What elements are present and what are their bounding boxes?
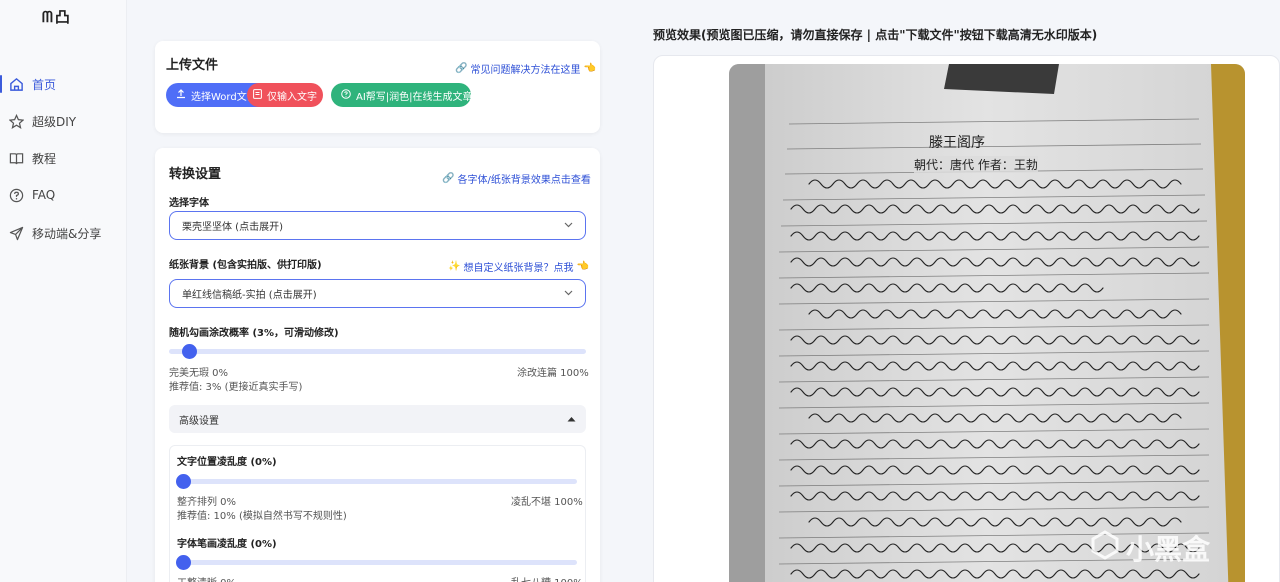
edit-prob-recommend: 推荐值: 3% (更接近真实手写) xyxy=(169,382,303,393)
preview-image: 滕王阁序 朝代：唐代 作者：王勃 xyxy=(729,64,1245,582)
sidebar-item-label: 超级DIY xyxy=(32,114,77,129)
position-chaos-max-label: 凌乱不堪 100% xyxy=(511,497,583,508)
convert-settings-card: 转换设置 🔗 各字体/纸张背景效果点击查看 选择字体 栗壳坚坚体 (点击展开) … xyxy=(155,148,600,582)
pointing-hand-icon: 👈 xyxy=(583,63,596,74)
position-chaos-slider-thumb[interactable] xyxy=(176,474,191,489)
question-icon xyxy=(8,187,24,203)
sidebar: ᗰ凸 首页 超级DIY 教程 FAQ 移动端&分享 xyxy=(0,0,127,582)
sidebar-item-label: FAQ xyxy=(32,188,56,202)
custom-paper-link[interactable]: ✨ 想自定义纸张背景？点我 👈 xyxy=(448,259,589,274)
home-icon xyxy=(8,76,24,92)
poem-author: 朝代：唐代 作者：王勃 xyxy=(914,156,1038,173)
stroke-chaos-slider[interactable] xyxy=(177,560,577,565)
advanced-settings-toggle[interactable]: 高级设置 xyxy=(169,405,586,433)
stroke-chaos-min-label: 工整清晰 0% xyxy=(177,574,236,582)
edit-prob-label: 随机勾画涂改概率 (3%，可滑动修改) xyxy=(169,328,339,339)
pointing-hand-icon: 👈 xyxy=(576,261,589,272)
text-only-label: 仅输入文字 xyxy=(267,91,317,103)
settings-column: 上传文件 🔗 常见问题解决方法在这里 👈 选择Word文件 仅输入文字 AI帮写… xyxy=(137,0,617,582)
sidebar-item-diy[interactable]: 超级DIY xyxy=(0,106,127,136)
position-chaos-recommend: 推荐值: 10% (模拟自然书写不规则性) xyxy=(177,511,347,522)
question-circle-icon xyxy=(341,88,351,102)
paper-select[interactable]: 单红线信稿纸-实拍 (点击展开) xyxy=(169,279,586,308)
watermark: 小黑盒 xyxy=(1090,528,1210,568)
sidebar-item-faq[interactable]: FAQ xyxy=(0,180,127,210)
document-icon xyxy=(253,88,262,102)
position-chaos-min-label: 整齐排列 0% xyxy=(177,497,237,508)
convert-title: 转换设置 xyxy=(169,167,222,182)
sidebar-item-label: 首页 xyxy=(32,77,57,92)
font-label: 选择字体 xyxy=(169,198,209,209)
watermark-logo-icon xyxy=(1090,529,1120,567)
star-icon xyxy=(8,113,24,129)
faq-help-link[interactable]: 🔗 常见问题解决方法在这里 👈 xyxy=(455,61,596,76)
edit-prob-max-label: 涂改连篇 100% xyxy=(517,368,589,379)
chevron-down-icon xyxy=(564,221,573,231)
advanced-settings-label: 高级设置 xyxy=(179,415,219,427)
caret-up-icon xyxy=(567,414,576,425)
edit-prob-slider[interactable] xyxy=(169,349,586,354)
sidebar-item-tutorial[interactable]: 教程 xyxy=(0,143,127,173)
paper-label: 纸张背景 (包含实拍版、供打印版) xyxy=(169,260,322,271)
position-chaos-label: 文字位置凌乱度 (0%) xyxy=(177,457,277,468)
poem-title: 滕王阁序 xyxy=(929,135,985,151)
watermark-text: 小黑盒 xyxy=(1126,533,1211,566)
sidebar-item-mobile-share[interactable]: 移动端&分享 xyxy=(0,218,127,248)
preview-frame: 滕王阁序 朝代：唐代 作者：王勃 xyxy=(653,55,1280,582)
upload-title: 上传文件 xyxy=(166,58,219,73)
edit-prob-min-label: 完美无瑕 0% xyxy=(169,368,229,379)
position-chaos-slider[interactable] xyxy=(177,479,577,484)
paper-select-value: 单红线信稿纸-实拍 (点击展开) xyxy=(182,290,317,301)
sparkle-icon: ✨ xyxy=(448,261,461,272)
edit-prob-slider-thumb[interactable] xyxy=(182,344,197,359)
sidebar-item-home[interactable]: 首页 xyxy=(0,69,127,99)
font-select[interactable]: 栗壳坚坚体 (点击展开) xyxy=(169,211,586,240)
custom-paper-link-label: 想自定义纸张背景？点我 xyxy=(463,263,574,274)
book-icon xyxy=(8,150,24,166)
stroke-chaos-slider-thumb[interactable] xyxy=(176,555,191,570)
upload-icon xyxy=(176,88,186,102)
stroke-chaos-label: 字体笔画凌乱度 (0%) xyxy=(177,539,277,550)
stroke-chaos-max-label: 乱七八糟 100% xyxy=(511,574,583,582)
font-select-value: 栗壳坚坚体 (点击展开) xyxy=(182,222,283,233)
ai-write-label: AI帮写|润色|在线生成文章 xyxy=(356,91,473,103)
link-icon: 🔗 xyxy=(442,173,455,184)
sidebar-item-label: 移动端&分享 xyxy=(32,226,102,241)
advanced-settings-panel: 文字位置凌乱度 (0%) 整齐排列 0% 凌乱不堪 100% 推荐值: 10% … xyxy=(169,445,586,582)
text-only-button[interactable]: 仅输入文字 xyxy=(247,83,323,107)
effects-help-link[interactable]: 🔗 各字体/纸张背景效果点击查看 xyxy=(442,171,591,186)
ai-write-button[interactable]: AI帮写|润色|在线生成文章 xyxy=(331,83,473,107)
send-icon xyxy=(8,225,24,241)
app-logo[interactable]: ᗰ凸 xyxy=(42,6,72,27)
preview-title: 预览效果(预览图已压缩，请勿直接保存 | 点击"下载文件"按钮下载高清无水印版本… xyxy=(653,28,1098,42)
chevron-down-icon xyxy=(564,289,573,299)
faq-help-link-label: 常见问题解决方法在这里 xyxy=(470,65,581,76)
upload-card: 上传文件 🔗 常见问题解决方法在这里 👈 选择Word文件 仅输入文字 AI帮写… xyxy=(155,41,600,133)
effects-help-link-label: 各字体/纸张背景效果点击查看 xyxy=(457,175,591,186)
link-icon: 🔗 xyxy=(455,63,468,74)
sidebar-item-label: 教程 xyxy=(32,151,57,166)
